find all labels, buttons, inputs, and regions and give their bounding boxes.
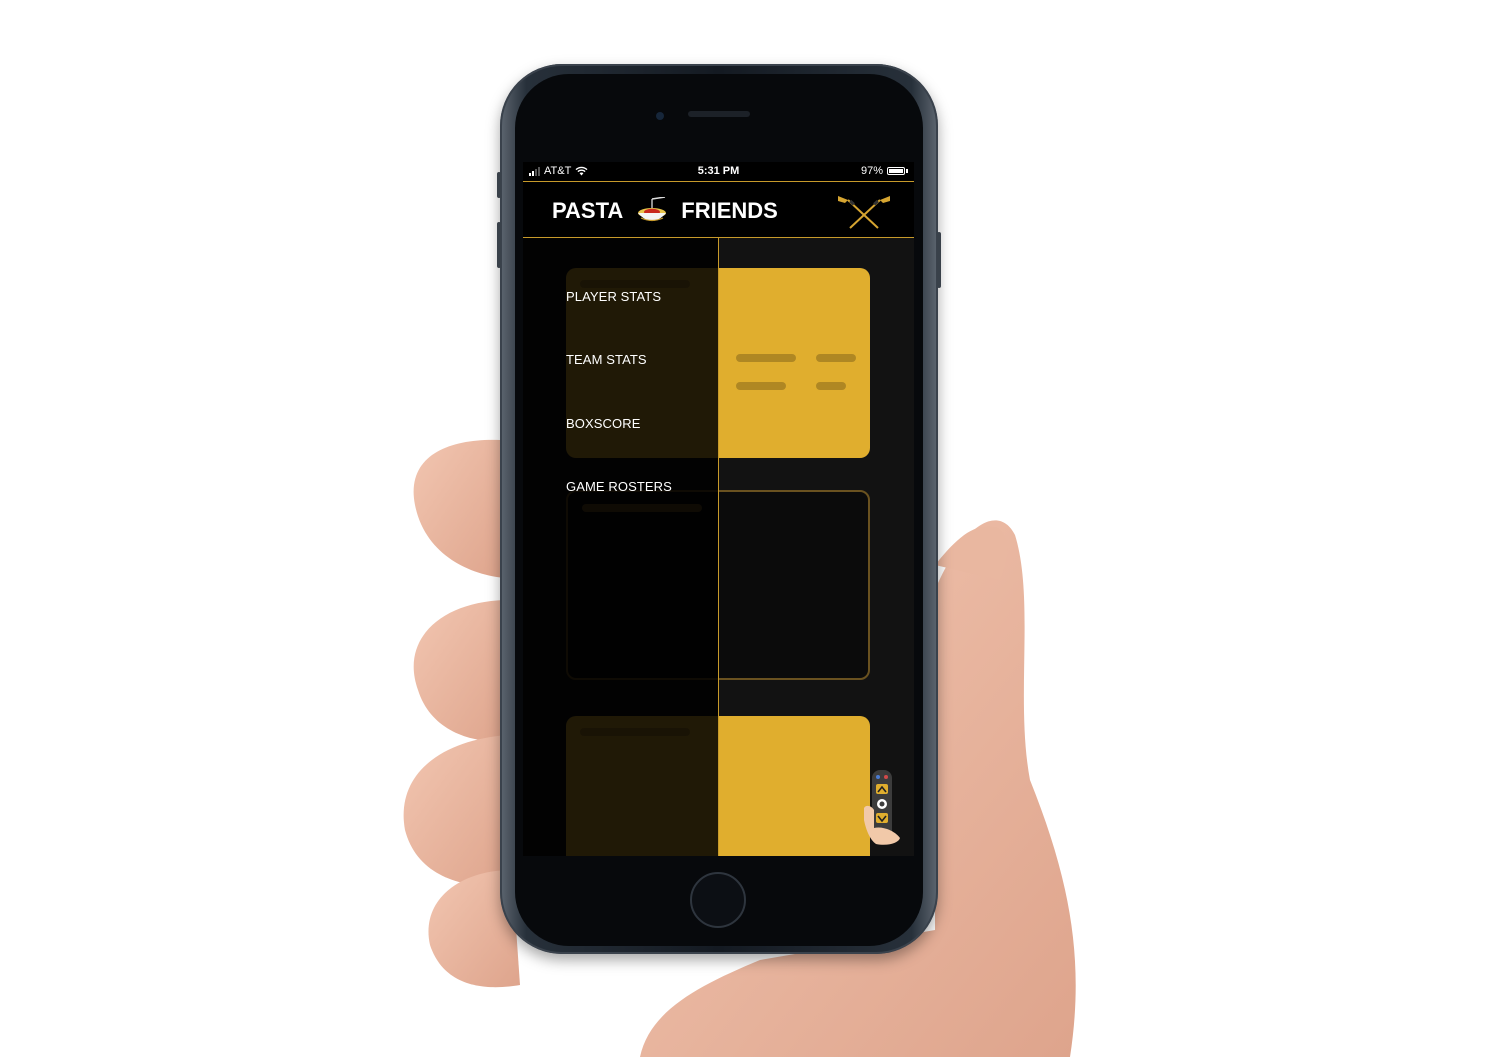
crossed-hockey-sticks-icon[interactable] (836, 192, 892, 230)
spaghetti-bowl-icon (638, 197, 667, 222)
battery-tip (906, 169, 908, 173)
navigation-drawer: PLAYER STATS TEAM STATS BOXSCORE GAME RO… (523, 238, 719, 856)
battery-fill (889, 169, 903, 173)
brand-logo[interactable]: PASTA FRIENDS (552, 197, 778, 225)
battery-group: 97% (861, 165, 908, 177)
tv-remote-icon[interactable] (860, 768, 904, 846)
earpiece-speaker (688, 111, 750, 117)
front-camera (656, 112, 664, 120)
menu-item-boxscore[interactable]: BOXSCORE (566, 416, 640, 431)
app-header: PASTA FRIENDS (523, 181, 914, 238)
volume-down-button (497, 222, 501, 268)
power-button (937, 232, 941, 288)
volume-up-button (497, 172, 501, 198)
home-button[interactable] (690, 872, 746, 928)
menu-item-team-stats[interactable]: TEAM STATS (566, 352, 647, 367)
status-bar: AT&T 5:31 PM 97% (523, 162, 914, 181)
screen: AT&T 5:31 PM 97% PASTA FRIENDS PLAYER ST… (523, 162, 914, 856)
battery-percent: 97% (860, 165, 883, 177)
menu-item-game-rosters[interactable]: GAME ROSTERS (566, 479, 672, 494)
status-time: 5:31 PM (697, 165, 740, 177)
menu-item-player-stats[interactable]: PLAYER STATS (566, 289, 661, 304)
brand-word-left: PASTA (552, 198, 624, 223)
battery-icon (887, 167, 905, 175)
brand-word-right: FRIENDS (681, 198, 778, 223)
